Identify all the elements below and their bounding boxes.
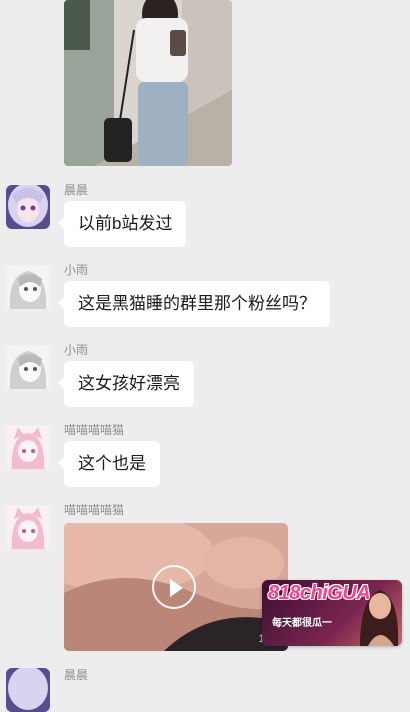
watermark-figure [360, 590, 399, 646]
avatar[interactable] [6, 345, 50, 389]
sender-name: 晨晨 [64, 668, 89, 682]
watermark-tagline: 每天都很瓜一 [272, 618, 332, 629]
video-message[interactable]: 1:53 [64, 523, 288, 651]
sender-name: 晨晨 [64, 183, 89, 197]
avatar[interactable] [6, 265, 50, 309]
message-bubble[interactable]: 这女孩好漂亮 [58, 361, 194, 407]
sender-name: 喵喵喵喵猫 [64, 423, 125, 437]
avatar[interactable] [6, 185, 50, 229]
play-icon[interactable] [152, 565, 196, 609]
watermark-logo: 818chiGUA 每天都很瓜一 [262, 580, 402, 646]
sender-name: 小雨 [64, 263, 89, 277]
avatar[interactable] [6, 505, 50, 549]
chat-message-list[interactable]: 晨晨 以前b站发过 小雨 这是黑猫睡的群里那个粉丝吗？ 小雨 这女孩好漂亮 喵喵… [0, 0, 410, 712]
avatar[interactable] [6, 668, 50, 712]
message-bubble[interactable]: 这个也是 [58, 441, 160, 487]
sender-name: 小雨 [64, 343, 89, 357]
message-bubble[interactable]: 这是黑猫睡的群里那个粉丝吗？ [58, 281, 330, 327]
photo-thumbnail[interactable] [64, 0, 232, 166]
message-bubble[interactable]: 以前b站发过 [57, 201, 187, 247]
sender-name: 喵喵喵喵猫 [64, 503, 125, 517]
avatar[interactable] [6, 425, 50, 469]
